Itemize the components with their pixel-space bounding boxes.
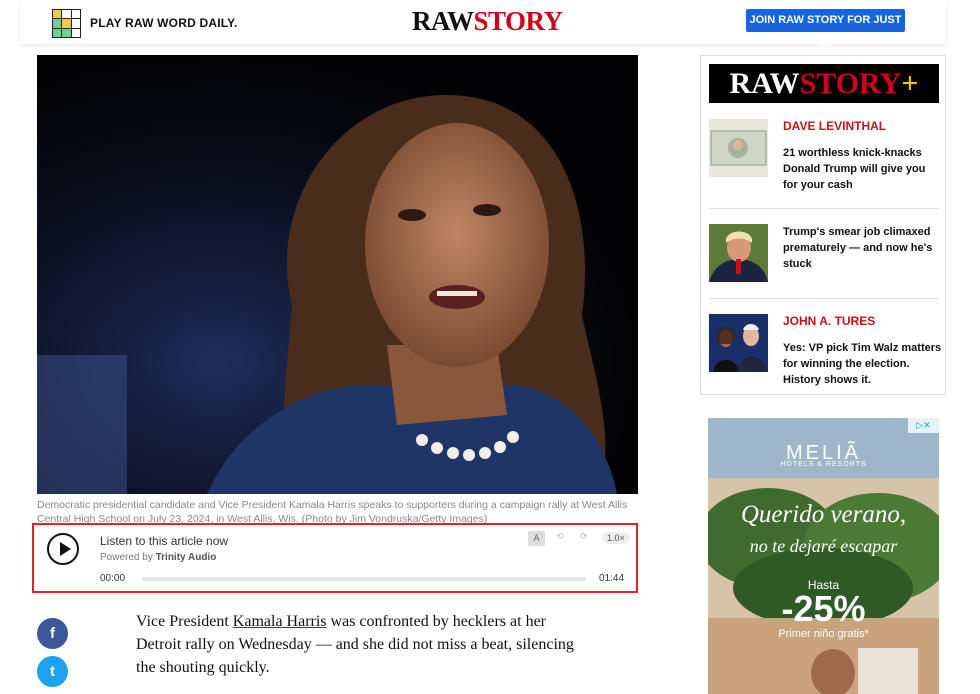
logo-story-text: STORY	[473, 6, 564, 36]
sidebar-divider	[709, 208, 939, 209]
top-bar: PLAY RAW WORD DAILY. RAWSTORY JOIN RAW S…	[20, 0, 946, 49]
logo-raw-text: RAW	[412, 6, 474, 36]
translate-icon[interactable]: A	[528, 531, 545, 546]
play-raw-word-link[interactable]: PLAY RAW WORD DAILY.	[90, 16, 238, 30]
image-caption: Democratic presidential candidate and Vi…	[37, 499, 628, 525]
rawstory-plus-sidebar: RAWSTORY+ DAVE LEVINTHAL 21 worthless kn…	[700, 55, 946, 395]
forward-icon[interactable]: ⟳	[580, 531, 588, 542]
portrait-illustration	[37, 55, 638, 494]
ad-headline: Querido verano,	[740, 501, 907, 528]
sidebar-divider	[709, 298, 939, 299]
speed-button[interactable]: 1.0×	[602, 532, 630, 544]
sidebar-title[interactable]: Yes: VP pick Tim Walz matters for winnin…	[783, 340, 943, 388]
powered-brand[interactable]: Trinity Audio	[156, 552, 217, 563]
melia-advertisement[interactable]: ▷✕ MELIÃ HOTELS & RESORTS Querido verano…	[708, 418, 939, 694]
ad-subline: no te dejaré escapar	[749, 536, 898, 556]
ad-discount: -25%	[781, 588, 866, 629]
adchoices-icon[interactable]: ▷✕	[908, 418, 939, 433]
rawstory-plus-logo[interactable]: RAWSTORY+	[709, 64, 939, 103]
hero-image	[37, 55, 638, 494]
twitter-share-icon[interactable]: t	[37, 656, 68, 687]
sidebar-title[interactable]: Trump's smear job climaxed prematurely —…	[783, 224, 943, 272]
plus-logo-raw: RAW	[729, 67, 800, 100]
article-body: Vice President Kamala Harris was confron…	[136, 610, 586, 679]
powered-prefix: Powered by	[100, 552, 156, 563]
kamala-harris-link[interactable]: Kamala Harris	[233, 613, 327, 630]
time-total: 01:44	[599, 573, 625, 584]
body-text-lead: Vice President	[136, 613, 233, 630]
sidebar-author[interactable]: JOHN A. TURES	[783, 314, 875, 328]
play-button[interactable]	[47, 533, 79, 565]
join-button[interactable]: JOIN RAW STORY FOR JUST $1	[746, 9, 905, 49]
plus-logo-story: STORY	[799, 67, 902, 100]
trump-thumbnail	[709, 224, 768, 282]
sidebar-title[interactable]: 21 worthless knick-knacks Donald Trump w…	[783, 145, 943, 193]
sidebar-author[interactable]: DAVE LEVINTHAL	[783, 119, 886, 133]
time-current: 00:00	[100, 573, 126, 584]
harris-walz-thumbnail	[709, 314, 768, 372]
plus-logo-plus: +	[901, 67, 919, 100]
player-title: Listen to this article now	[100, 534, 229, 548]
ad-brand-sub: HOTELS & RESORTS	[780, 461, 867, 468]
progress-track[interactable]	[142, 577, 586, 581]
rewind-icon[interactable]: ⟲	[556, 531, 564, 542]
rawstory-logo[interactable]: RAWSTORY	[412, 6, 563, 37]
money-thumbnail	[709, 119, 768, 177]
ad-free-child: Primer niño gratis*	[778, 628, 869, 640]
powered-by: Powered by Trinity Audio	[100, 552, 216, 563]
audio-player: Listen to this article now Powered by Tr…	[32, 523, 638, 593]
raw-word-grid-icon[interactable]	[52, 9, 81, 38]
facebook-share-icon[interactable]: f	[37, 618, 68, 649]
